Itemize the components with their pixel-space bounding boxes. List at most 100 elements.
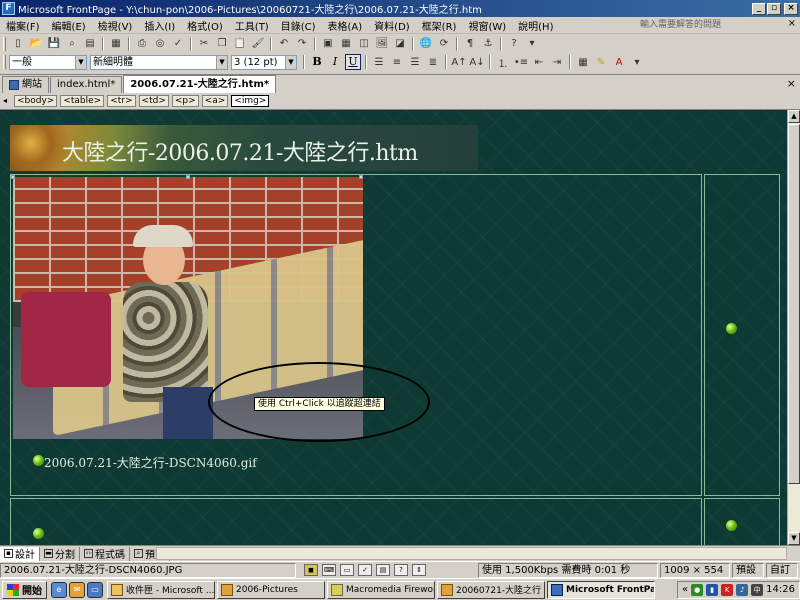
- tray-app-icon[interactable]: ▮: [706, 583, 719, 596]
- search-icon[interactable]: ⌕: [64, 36, 80, 52]
- task-fireworks[interactable]: Macromedia Firewor...: [327, 580, 435, 599]
- compatibility-icon[interactable]: ✓: [358, 564, 372, 576]
- menu-view[interactable]: 檢視(V): [92, 18, 139, 33]
- tab-split[interactable]: ▬ 分割: [40, 546, 80, 561]
- align-right-icon[interactable]: ☰: [407, 54, 423, 70]
- page-size-icon[interactable]: ▭: [340, 564, 354, 576]
- image-caption-link[interactable]: 2006.07.21-大陸之行-DSCN4060.gif: [44, 454, 257, 471]
- toolbar-grip[interactable]: [3, 55, 6, 69]
- insert-table-icon[interactable]: ▦: [338, 36, 354, 52]
- status-mode-default[interactable]: 預設: [732, 562, 764, 578]
- task-folder-pictures[interactable]: 2006-Pictures: [217, 580, 325, 599]
- decrease-font-icon[interactable]: A↓: [469, 54, 485, 70]
- vertical-scrollbar[interactable]: ▲ ▼: [787, 110, 800, 545]
- horizontal-scrollbar[interactable]: [156, 547, 787, 560]
- quick-tag-a[interactable]: <a>: [201, 95, 229, 107]
- menu-file[interactable]: 檔案(F): [0, 18, 46, 33]
- format-painter-icon[interactable]: 🖌: [250, 36, 266, 52]
- refresh-icon[interactable]: ⟳: [436, 36, 452, 52]
- keyboard-icon[interactable]: ⌨: [322, 564, 336, 576]
- italic-button[interactable]: I: [327, 54, 343, 70]
- hyperlink-icon[interactable]: 🌐: [418, 36, 434, 52]
- script-icon[interactable]: ▤: [376, 564, 390, 576]
- numbering-icon[interactable]: ⒈: [495, 54, 511, 70]
- insert-picture-icon[interactable]: 🖼: [374, 36, 390, 52]
- minimize-button[interactable]: _: [752, 2, 766, 15]
- save-icon[interactable]: 💾: [46, 36, 62, 52]
- close-button[interactable]: ×: [784, 2, 798, 15]
- redo-icon[interactable]: ↷: [294, 36, 310, 52]
- tab-code[interactable]: ‹› 程式碼: [80, 546, 130, 561]
- menu-insert[interactable]: 插入(I): [138, 18, 181, 33]
- menu-window[interactable]: 視窗(W): [462, 18, 512, 33]
- drawing-icon[interactable]: ◪: [392, 36, 408, 52]
- menu-tools[interactable]: 工具(T): [229, 18, 275, 33]
- insert-layer-icon[interactable]: ◫: [356, 36, 372, 52]
- web-component-icon[interactable]: ▣: [320, 36, 336, 52]
- increase-font-icon[interactable]: A↑: [451, 54, 467, 70]
- quick-tag-body[interactable]: <body>: [14, 95, 58, 107]
- scroll-up-icon[interactable]: ▲: [788, 110, 800, 123]
- task-outlook-inbox[interactable]: 收件匣 - Microsoft ...: [107, 580, 215, 599]
- design-canvas[interactable]: 大陸之行-2006.07.21-大陸之行.htm 2006.07.21-大陸之行…: [0, 110, 787, 545]
- chevron-left-icon[interactable]: ◂: [3, 96, 7, 105]
- task-folder-trip[interactable]: 20060721-大陸之行: [437, 580, 545, 599]
- spelling-icon[interactable]: ✓: [170, 36, 186, 52]
- increase-indent-icon[interactable]: ⇥: [549, 54, 565, 70]
- close-document-icon[interactable]: ×: [788, 18, 796, 29]
- highlight-icon[interactable]: ✎: [593, 54, 609, 70]
- task-frontpage[interactable]: Microsoft FrontPage ...: [547, 580, 655, 599]
- menu-help[interactable]: 說明(H): [512, 18, 559, 33]
- resize-handle[interactable]: [11, 175, 15, 179]
- help-icon[interactable]: ?: [506, 36, 522, 52]
- toolbar-options-icon[interactable]: ▾: [524, 36, 540, 52]
- start-button[interactable]: 開始: [2, 580, 47, 599]
- tray-expand-chevron[interactable]: «: [682, 584, 688, 595]
- antivirus-icon[interactable]: K: [721, 583, 734, 596]
- align-center-icon[interactable]: ≡: [389, 54, 405, 70]
- table-cell-side[interactable]: [704, 174, 780, 496]
- cut-icon[interactable]: ✂: [196, 36, 212, 52]
- bullets-icon[interactable]: •≡: [513, 54, 529, 70]
- toolbar-options-icon[interactable]: ▾: [629, 54, 645, 70]
- status-menu-icon[interactable]: ⇕: [412, 564, 426, 576]
- underline-button[interactable]: U: [345, 54, 361, 70]
- quick-tag-td[interactable]: <td>: [138, 95, 169, 107]
- print-icon[interactable]: ⎙: [134, 36, 150, 52]
- table-cell-bottom-side[interactable]: [704, 498, 780, 545]
- chevron-down-icon[interactable]: ▼: [216, 55, 227, 69]
- menu-edit[interactable]: 編輯(E): [46, 18, 92, 33]
- justify-icon[interactable]: ≣: [425, 54, 441, 70]
- tab-current-page[interactable]: 2006.07.21-大陸之行.htm*: [123, 75, 277, 93]
- quick-tag-p[interactable]: <p>: [171, 95, 199, 107]
- chevron-down-icon[interactable]: ▼: [285, 55, 296, 69]
- font-size-select[interactable]: 3 (12 pt) ▼: [231, 54, 297, 70]
- tab-index-html[interactable]: index.html*: [50, 76, 123, 93]
- font-color-icon[interactable]: A: [611, 54, 627, 70]
- toggle-pane-icon[interactable]: ▦: [108, 36, 124, 52]
- input-method-icon[interactable]: 中: [751, 583, 764, 596]
- toolbar-grip[interactable]: [3, 36, 6, 51]
- menu-format[interactable]: 格式(O): [181, 18, 229, 33]
- outlook-icon[interactable]: ✉: [69, 581, 85, 598]
- network-icon[interactable]: ●: [691, 583, 704, 596]
- title-bar[interactable]: F Microsoft FrontPage - Y:\chun-pon\2006…: [0, 0, 800, 17]
- style-select[interactable]: 一般 ▼: [9, 54, 87, 70]
- visual-aids-icon[interactable]: ◼: [304, 564, 318, 576]
- desktop-icon[interactable]: ▭: [87, 581, 103, 598]
- tab-web-site[interactable]: 網站: [2, 76, 49, 93]
- resize-handle[interactable]: [359, 175, 363, 179]
- menu-frames[interactable]: 框架(R): [416, 18, 463, 33]
- publish-icon[interactable]: ▤: [82, 36, 98, 52]
- open-folder-icon[interactable]: 📂: [28, 36, 44, 52]
- preview-browser-icon[interactable]: ◎: [152, 36, 168, 52]
- status-dimensions[interactable]: 1009 × 554: [660, 562, 730, 578]
- table-cell-bottom[interactable]: [10, 498, 702, 545]
- menu-contents[interactable]: 目錄(C): [275, 18, 322, 33]
- restore-button[interactable]: ▫: [767, 2, 781, 15]
- quick-tag-tr[interactable]: <tr>: [107, 95, 136, 107]
- resize-handle[interactable]: [186, 175, 190, 179]
- chevron-down-icon[interactable]: ▼: [75, 55, 86, 69]
- help-status-icon[interactable]: ?: [394, 564, 408, 576]
- align-left-icon[interactable]: ☰: [371, 54, 387, 70]
